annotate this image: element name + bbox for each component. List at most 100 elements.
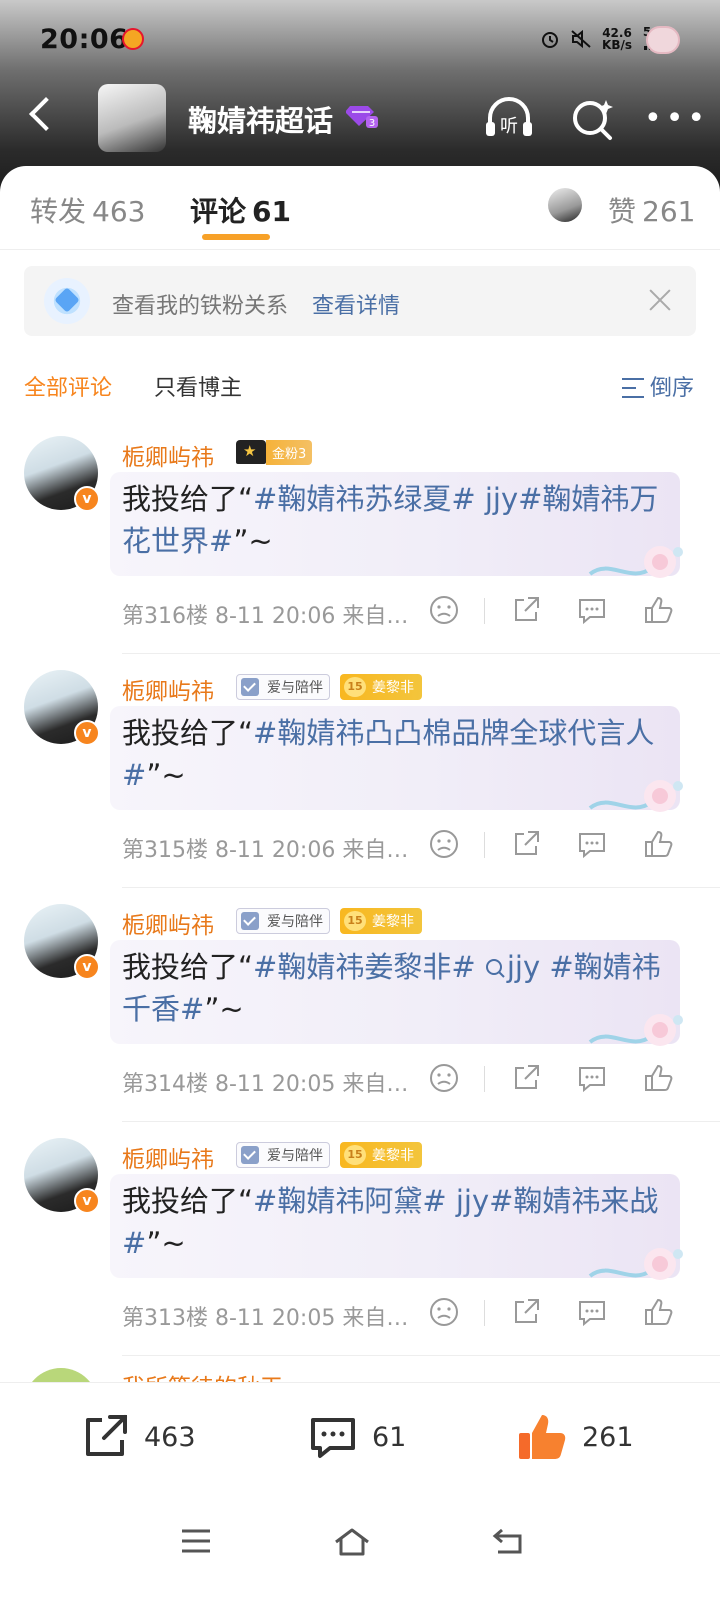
comment-actions — [428, 1060, 678, 1100]
menu-icon[interactable] — [180, 1526, 212, 1556]
divider — [122, 1355, 720, 1356]
star-fan-badge[interactable]: 15 姜黎非 — [340, 674, 422, 700]
reply-icon[interactable] — [576, 594, 608, 626]
avatar[interactable]: v — [24, 670, 100, 746]
comment-time: 8-11 20:06 — [215, 838, 336, 863]
flower-decoration-icon — [588, 780, 683, 812]
topic-link[interactable]: #鞠婧祎姜黎非# — [253, 950, 485, 984]
share-button[interactable]: 463 — [80, 1409, 196, 1465]
comment-bubble[interactable]: 我投给了“#鞠婧祎阿黛# jjy#鞠婧祎来战#”~ — [110, 1174, 683, 1280]
liker-avatar[interactable] — [548, 188, 582, 222]
close-icon[interactable] — [648, 288, 672, 312]
comment-text-suffix: ”~ — [204, 992, 244, 1026]
net-speed-unit: KB/s — [602, 38, 632, 52]
view-details-link[interactable]: 查看详情 — [312, 288, 400, 320]
comment-time: 8-11 20:05 — [215, 1072, 336, 1097]
sort-toggle[interactable]: 倒序 — [621, 370, 694, 402]
gold-fan-badge[interactable]: 金粉3 — [236, 439, 313, 465]
love-companion-badge[interactable]: 爱与陪伴 — [236, 1142, 330, 1168]
comment-time: 8-11 20:05 — [215, 1306, 336, 1331]
tab-like-label: 赞 — [608, 195, 637, 228]
search-icon[interactable] — [570, 96, 616, 142]
fan-banner-text: 查看我的铁粉关系 — [112, 294, 289, 319]
like-icon[interactable] — [642, 594, 674, 626]
comment-icon — [311, 1418, 355, 1458]
comment-source: 来自… — [342, 1306, 409, 1331]
love-companion-badge[interactable]: 爱与陪伴 — [236, 908, 330, 934]
like-icon[interactable] — [642, 1062, 674, 1094]
comment-username[interactable]: 栀卿屿祎 — [122, 438, 214, 472]
status-icons: 42.6KB/s 5G — [540, 26, 662, 52]
fan-relation-banner[interactable]: 查看我的铁粉关系 查看详情 — [24, 266, 696, 336]
action-divider — [484, 598, 485, 624]
comment-text-suffix: ”~ — [146, 1226, 186, 1260]
reply-icon[interactable] — [576, 1296, 608, 1328]
comment-text: 我投给了“#鞠婧祎阿黛# jjy#鞠婧祎来战#”~ — [122, 1180, 668, 1264]
thumbs-up-icon — [519, 1415, 566, 1459]
check-icon — [241, 678, 259, 696]
comment-username[interactable]: 我所等待的秋天 — [122, 1368, 283, 1382]
home-icon[interactable] — [333, 1526, 371, 1558]
share-icon[interactable] — [510, 1062, 542, 1094]
emoji-react-icon[interactable] — [428, 594, 460, 626]
headphones-listen-icon[interactable]: 听 — [484, 96, 534, 140]
reply-icon[interactable] — [576, 828, 608, 860]
star-level: 15 — [344, 1145, 366, 1165]
tab-comment[interactable]: 评论 61 — [190, 190, 291, 230]
comment-text-prefix: 我投给了“ — [122, 716, 254, 750]
comment-username[interactable]: 栀卿屿祎 — [122, 906, 214, 940]
share-icon[interactable] — [510, 828, 542, 860]
more-options-icon[interactable]: ••• — [644, 104, 709, 134]
like-icon[interactable] — [642, 1296, 674, 1328]
comment-button[interactable]: 61 — [308, 1409, 406, 1465]
share-count: 463 — [144, 1421, 196, 1453]
love-badge-label: 爱与陪伴 — [267, 914, 323, 930]
tab-like[interactable]: 赞 261 — [608, 190, 695, 230]
emoji-react-icon[interactable] — [428, 828, 460, 860]
share-icon[interactable] — [510, 1296, 542, 1328]
like-button[interactable]: 261 — [516, 1409, 634, 1465]
status-bar: 20:06 42.6KB/s 5G — [0, 0, 720, 80]
comment-bubble[interactable]: 我投给了“#鞠婧祎苏绿夏# jjy#鞠婧祎万花世界#”~ — [110, 472, 683, 578]
comment-username[interactable]: 栀卿屿祎 — [122, 672, 214, 706]
reply-icon[interactable] — [576, 1062, 608, 1094]
comment-text-suffix: ”~ — [146, 758, 186, 792]
flower-decoration-icon — [588, 1248, 683, 1280]
bottom-action-bar: 463 61 261 — [0, 1382, 720, 1492]
comment-text-prefix: 我投给了“ — [122, 1184, 254, 1218]
love-companion-badge[interactable]: 爱与陪伴 — [236, 674, 330, 700]
tab-forward-count: 463 — [92, 195, 146, 228]
comment-bubble[interactable]: 我投给了“#鞠婧祎姜黎非# jjy #鞠婧祎千香#”~ — [110, 940, 683, 1046]
comment-meta: 第315楼 8-11 20:06 来自… — [122, 832, 408, 864]
like-icon[interactable] — [642, 828, 674, 860]
comment-username[interactable]: 栀卿屿祎 — [122, 1140, 214, 1174]
share-icon — [86, 1415, 127, 1456]
avatar[interactable] — [24, 1368, 98, 1382]
star-fan-badge[interactable]: 15 姜黎非 — [340, 908, 422, 934]
comment-bubble[interactable]: 我投给了“#鞠婧祎凸凸棉品牌全球代言人#”~ — [110, 706, 683, 812]
comment-count: 61 — [372, 1421, 407, 1453]
flower-decoration-icon — [588, 546, 683, 578]
avatar[interactable]: v — [24, 436, 100, 512]
emoji-react-icon[interactable] — [428, 1296, 460, 1328]
floor-number: 第315楼 — [122, 838, 208, 863]
back-button[interactable] — [26, 98, 62, 134]
floor-number: 第313楼 — [122, 1306, 208, 1331]
comment-filters: 全部评论 只看博主 倒序 — [0, 362, 720, 402]
tab-forward[interactable]: 转发 463 — [30, 190, 145, 230]
flower-decoration-icon — [588, 1014, 683, 1046]
topic-avatar[interactable] — [98, 84, 166, 152]
star-fan-badge[interactable]: 15 姜黎非 — [340, 1142, 422, 1168]
weibo-notification-icon — [122, 28, 144, 50]
next-comment-peek: 我所等待的秋天 — [0, 1368, 720, 1382]
filter-blogger-only[interactable]: 只看博主 — [154, 370, 242, 402]
avatar[interactable]: v — [24, 904, 100, 980]
avatar[interactable]: v — [24, 1138, 100, 1214]
share-icon[interactable] — [510, 594, 542, 626]
page-title[interactable]: 鞠婧祎超话 — [188, 98, 333, 140]
comment-source: 来自… — [342, 604, 409, 629]
emoji-react-icon[interactable] — [428, 1062, 460, 1094]
back-nav-icon[interactable] — [492, 1526, 526, 1556]
filter-all-comments[interactable]: 全部评论 — [24, 370, 112, 402]
comment-source: 来自… — [342, 1072, 409, 1097]
